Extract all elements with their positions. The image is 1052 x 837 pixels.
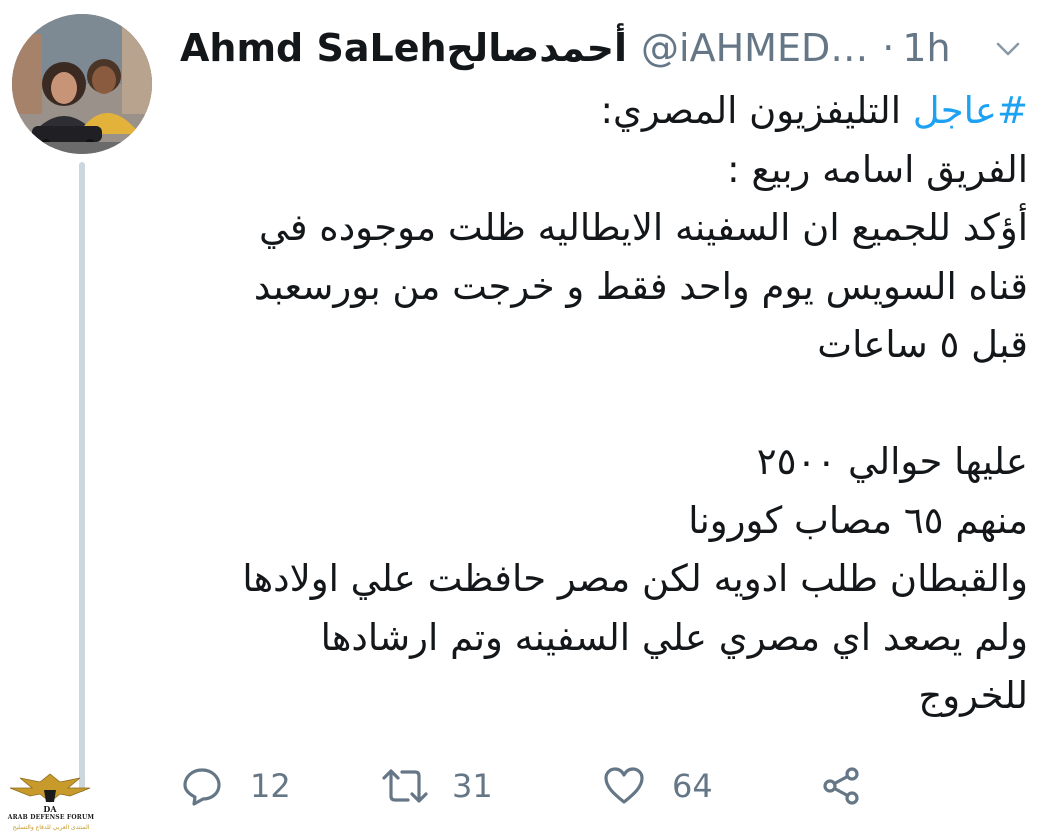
tweet-line-text: التليفزيون المصري:: [600, 89, 913, 132]
tweet-line: أؤكد للجميع ان السفينه الايطاليه ظلت موج…: [259, 206, 1028, 249]
tweet-line: قبل ٥ ساعات: [817, 323, 1028, 366]
avatar-image: [12, 14, 152, 154]
tweet-line: ولم يصعد اي مصري علي السفينه وتم ارشادها: [320, 615, 1028, 659]
watermark-title: ARAB DEFENSE FORUM: [7, 814, 95, 821]
share-icon: [823, 767, 859, 805]
tweet-line: #عاجل التليفزيون المصري:: [180, 82, 1029, 141]
hashtag-link[interactable]: #عاجل: [913, 89, 1028, 132]
retweet-count: 31: [452, 767, 493, 805]
tweet-line: عليها حوالي ٢٥٠٠: [756, 440, 1028, 483]
display-name[interactable]: Ahmd SaLehأحمدصالح: [180, 26, 627, 70]
timestamp[interactable]: 1h: [902, 26, 950, 70]
retweet-icon: [382, 769, 428, 803]
watermark-brand: DA: [43, 804, 57, 814]
avatar[interactable]: [12, 14, 152, 154]
share-button[interactable]: [820, 764, 864, 808]
chevron-down-icon[interactable]: [993, 34, 1023, 64]
tweet-header: Ahmd SaLehأحمدصالح @iAHMED… · 1h: [180, 18, 1025, 78]
reply-button[interactable]: 12: [180, 764, 380, 808]
tweet-text: #عاجل التليفزيون المصري: الفريق اسامه رب…: [180, 82, 1028, 726]
watermark-subtitle: المنتدى العربي للدفاع والتسليح: [12, 824, 90, 831]
separator-dot: ·: [882, 26, 895, 70]
like-button[interactable]: 64: [602, 764, 820, 808]
tweet-line: قناه السويس يوم واحد فقط و خرجت من بورسع…: [253, 264, 1028, 308]
user-handle[interactable]: @iAHMED…: [641, 26, 868, 70]
tweet-actions: 12 31 64: [180, 760, 940, 812]
heart-icon: [604, 767, 644, 804]
tweet-line: للخروج: [918, 674, 1028, 717]
tweet-line: الفريق اسامه ربيع :: [727, 147, 1028, 191]
tweet-line: منهم ٦٥ مصاب كورونا: [688, 498, 1028, 542]
like-count: 64: [672, 767, 713, 805]
forum-watermark: DA ARAB DEFENSE FORUM المنتدى العربي للد…: [0, 768, 100, 837]
thread-line: [79, 162, 85, 792]
reply-icon: [183, 768, 221, 806]
tweet-line: والقبطان طلب ادويه لكن مصر حافظت علي اول…: [242, 557, 1028, 600]
eagle-logo-icon: DA: [9, 773, 91, 814]
tweet: Ahmd SaLehأحمدصالح @iAHMED… · 1h #عاجل ا…: [0, 0, 1052, 837]
reply-count: 12: [250, 767, 291, 805]
retweet-button[interactable]: 31: [380, 764, 602, 808]
